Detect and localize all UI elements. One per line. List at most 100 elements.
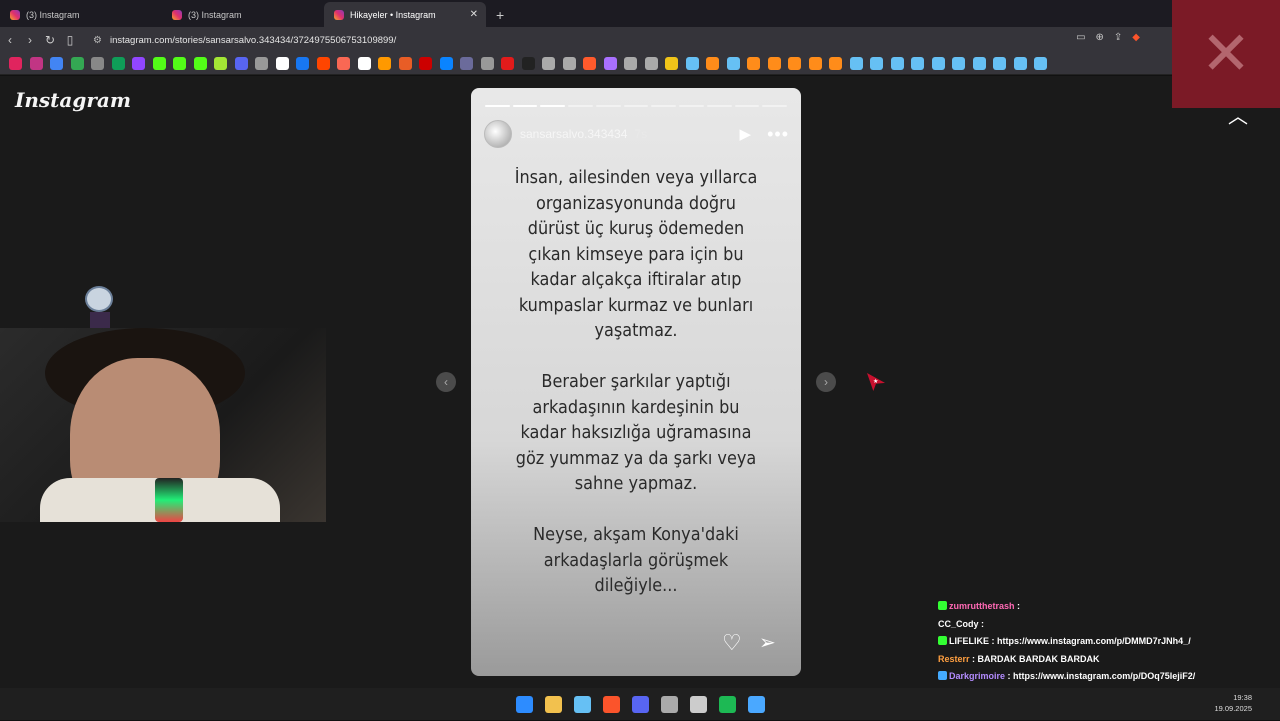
- tab-instagram-1[interactable]: (3) Instagram: [0, 2, 162, 27]
- taskbar-app-icon[interactable]: [573, 695, 591, 713]
- bookmark-icon[interactable]: [808, 57, 822, 70]
- bookmark-icon[interactable]: [193, 57, 207, 70]
- story-progress: [485, 105, 788, 107]
- chat-message: LIFELIKE : https://www.instagram.com/p/D…: [938, 633, 1278, 651]
- bookmark-icon[interactable]: [849, 57, 863, 70]
- forward-icon[interactable]: ›: [20, 33, 40, 47]
- channel-logo: ✕: [1172, 0, 1280, 108]
- send-icon[interactable]: ➢: [759, 630, 776, 655]
- bookmark-icon[interactable]: [890, 57, 904, 70]
- taskbar-app-icon[interactable]: [689, 695, 707, 713]
- chat-message: Resterr : BARDAK BARDAK BARDAK: [938, 651, 1278, 669]
- chat-username: CC_Cody: [938, 618, 979, 629]
- previous-story-button[interactable]: ‹: [436, 372, 456, 392]
- bookmark-icon[interactable]: [603, 57, 617, 70]
- new-tab-button[interactable]: +: [486, 2, 514, 27]
- bookmark-icon[interactable]: [931, 57, 945, 70]
- taskbar-app-icon[interactable]: [660, 695, 678, 713]
- bookmark-icon[interactable]: [275, 57, 289, 70]
- tab-label: (3) Instagram: [188, 9, 242, 20]
- like-heart-icon[interactable]: ♡: [722, 630, 742, 656]
- bookmark-icon[interactable]: [234, 57, 248, 70]
- site-settings-icon[interactable]: ⚙: [93, 35, 102, 46]
- story-text: İnsan, ailesinden veya yıllarca organiza…: [514, 168, 758, 596]
- bookmark-icon[interactable]: [173, 57, 186, 70]
- bookmark-icon[interactable]: [993, 57, 1006, 70]
- bookmark-icon[interactable]: [419, 57, 432, 70]
- bookmark-icon[interactable]: [767, 57, 781, 70]
- share-icon[interactable]: ⇪: [1114, 32, 1122, 43]
- cast-icon[interactable]: ▭: [1076, 32, 1085, 43]
- avatar[interactable]: [484, 120, 512, 148]
- bookmark-icon[interactable]: [378, 57, 391, 70]
- chat-badge-icon: [938, 671, 947, 680]
- bookmark-icon[interactable]: [972, 57, 986, 70]
- bookmark-icon[interactable]: [9, 57, 22, 70]
- address-bar[interactable]: ⚙ instagram.com/stories/sansarsalvo.3434…: [93, 31, 1163, 49]
- taskbar-app-icon[interactable]: [747, 695, 765, 713]
- play-icon[interactable]: ▶: [740, 125, 752, 143]
- bookmark-icon[interactable]: [460, 57, 473, 70]
- instagram-logo[interactable]: Instagram: [15, 88, 131, 112]
- brave-shield-icon[interactable]: ◆: [1132, 32, 1140, 43]
- tab-instagram-2[interactable]: (3) Instagram: [162, 2, 324, 27]
- bookmark-icon[interactable]: [829, 57, 842, 70]
- bookmark-icon[interactable]: [1034, 57, 1047, 70]
- bookmark-icon[interactable]: [357, 57, 371, 70]
- zoom-icon[interactable]: ⊕: [1096, 32, 1104, 43]
- taskbar-app-icon[interactable]: [544, 695, 562, 713]
- taskbar-app-icon[interactable]: [515, 695, 533, 713]
- story-username[interactable]: sansarsalvo.343434: [520, 127, 627, 141]
- bookmark-icon[interactable]: [480, 57, 494, 70]
- bookmark-icon[interactable]: [152, 57, 166, 70]
- progress-segment: [651, 105, 677, 107]
- url-text: instagram.com/stories/sansarsalvo.343434…: [109, 34, 397, 46]
- bookmark-icon[interactable]: [583, 57, 596, 70]
- bookmark-icon[interactable]: [337, 57, 350, 70]
- story-viewer[interactable]: sansarsalvo.343434 7s ▶ ••• İnsan, ailes…: [471, 88, 801, 676]
- bookmark-icon[interactable]: [665, 57, 678, 70]
- bookmark-icon[interactable]: [521, 57, 535, 70]
- bookmark-icon[interactable]: [685, 57, 699, 70]
- bookmark-icon[interactable]: [726, 57, 740, 70]
- toolbar: ‹ › ↻ ▯ ⚙ instagram.com/stories/sansarsa…: [0, 27, 1280, 53]
- bookmark-icon[interactable]: [870, 57, 883, 70]
- bookmark-icon[interactable]: [644, 57, 658, 70]
- bookmark-icon[interactable]: [952, 57, 965, 70]
- bookmark-icon[interactable]: [439, 57, 453, 70]
- bookmark-icon[interactable]: [911, 57, 924, 70]
- clock-date: 19.09.2025: [1214, 704, 1252, 713]
- bookmark-icon[interactable]: [50, 57, 63, 70]
- bookmark-icon[interactable]: [706, 57, 719, 70]
- chevron-up-icon[interactable]: ︿: [1228, 100, 1248, 129]
- bookmark-icon[interactable]: [296, 57, 309, 70]
- bookmark-icon[interactable]: [255, 57, 268, 70]
- reload-icon[interactable]: ↻: [40, 33, 60, 47]
- bookmark-icon[interactable]: [747, 57, 760, 70]
- bookmark-icon[interactable]: [542, 57, 555, 70]
- chat-text: https://www.instagram.com/p/DOq75lejiF2/: [1013, 671, 1196, 681]
- bookmark-icon[interactable]: [624, 57, 637, 70]
- system-tray-clock[interactable]: 19:38 19.09.2025: [1214, 692, 1252, 714]
- close-tab-icon[interactable]: ✕: [470, 9, 478, 20]
- bookmark-icon[interactable]: [29, 57, 43, 70]
- bookmark-icon[interactable]: [91, 57, 104, 70]
- taskbar-app-icon[interactable]: [631, 695, 649, 713]
- bookmark-icon[interactable]: [562, 57, 576, 70]
- bookmark-icon[interactable]: [1013, 57, 1027, 70]
- more-options-icon[interactable]: •••: [767, 124, 789, 145]
- taskbar-app-icon[interactable]: [718, 695, 736, 713]
- bookmark-icon[interactable]: ▯: [60, 33, 80, 47]
- bookmark-icon[interactable]: [70, 57, 84, 70]
- taskbar-app-icon[interactable]: [602, 695, 620, 713]
- bookmark-icon[interactable]: [501, 57, 514, 70]
- tab-stories[interactable]: Hikayeler • Instagram ✕: [324, 2, 486, 27]
- next-story-button[interactable]: ›: [816, 372, 836, 392]
- bookmark-icon[interactable]: [214, 57, 227, 70]
- bookmark-icon[interactable]: [316, 57, 330, 70]
- bookmark-icon[interactable]: [398, 57, 412, 70]
- bookmark-icon[interactable]: [111, 57, 125, 70]
- back-icon[interactable]: ‹: [0, 33, 20, 47]
- bookmark-icon[interactable]: [132, 57, 145, 70]
- bookmark-icon[interactable]: [788, 57, 801, 70]
